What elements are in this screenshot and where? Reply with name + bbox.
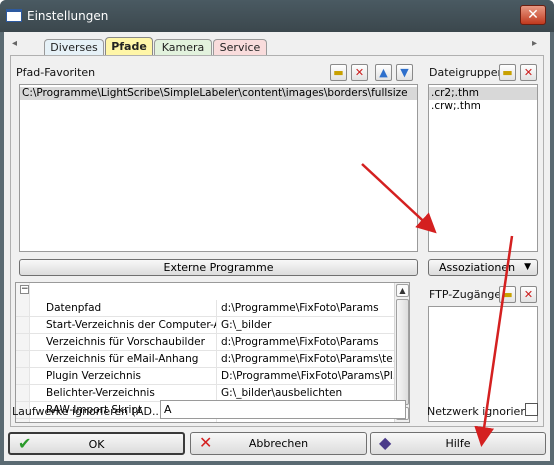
property-name: Datenpfad: [46, 302, 102, 314]
folder-icon[interactable]: ▬: [499, 286, 516, 303]
drives-ignore-label: Laufwerke ignorieren (AD...): [12, 405, 167, 418]
cancel-label: Abbrechen: [248, 437, 309, 450]
file-groups-label: Dateigruppen: [429, 66, 501, 79]
ok-button[interactable]: ✔ OK: [8, 432, 185, 455]
favorites-item[interactable]: C:\Programme\LightScribe\SimpleLabeler\c…: [20, 87, 417, 100]
file-group-item[interactable]: .crw;.thm: [429, 100, 537, 113]
close-button[interactable]: ✕: [520, 5, 546, 25]
network-ignore-checkbox[interactable]: [525, 403, 538, 416]
associations-dropdown[interactable]: Assoziationen ▼: [428, 259, 538, 276]
scroll-up-icon[interactable]: ▲: [396, 284, 409, 297]
scroll-thumb[interactable]: [396, 299, 409, 405]
window-icon: [6, 9, 22, 22]
ok-label: OK: [88, 438, 105, 451]
property-row[interactable]: Plugin Verzeichnis D:\Programme\FixFoto\…: [16, 368, 396, 385]
property-name: Verzeichnis für eMail-Anhang: [46, 353, 199, 365]
drives-ignore-input[interactable]: A: [160, 400, 406, 419]
dialog-window: Einstellungen ✕ ◂ Diverses Pfade Kamera …: [0, 0, 554, 465]
property-value[interactable]: G:\_bilder\ausbelichten: [221, 387, 396, 399]
folder-icon[interactable]: ▬: [499, 64, 516, 81]
delete-icon[interactable]: ✕: [520, 64, 537, 81]
property-value[interactable]: G:\_bilder: [221, 319, 396, 331]
property-name: Start-Verzeichnis der Computer-An...: [46, 319, 216, 331]
property-value[interactable]: d:\Programme\FixFoto\Params: [221, 336, 396, 348]
tab-service[interactable]: Service: [213, 39, 267, 55]
collapse-icon[interactable]: −: [20, 285, 29, 294]
file-groups-list[interactable]: .cr2;.thm .crw;.thm: [428, 84, 538, 252]
favorites-list[interactable]: C:\Programme\LightScribe\SimpleLabeler\c…: [19, 84, 418, 252]
tab-diverses[interactable]: Diverses: [44, 39, 104, 55]
property-value[interactable]: d:\Programme\FixFoto\Params: [221, 302, 396, 314]
tab-strip: ◂ Diverses Pfade Kamera Service ▸: [10, 37, 544, 56]
chevron-down-icon: ▼: [524, 262, 531, 272]
delete-icon[interactable]: ✕: [351, 64, 368, 81]
help-label: Hilfe: [445, 437, 471, 450]
tab-scroll-left-icon[interactable]: ◂: [12, 38, 17, 49]
associations-label: Assoziationen: [439, 261, 516, 274]
cancel-button[interactable]: ✕ Abbrechen: [190, 432, 367, 455]
help-button[interactable]: ◆ Hilfe: [370, 432, 546, 455]
property-name: Verzeichnis für Vorschaubilder: [46, 336, 205, 348]
folder-icon[interactable]: ▬: [330, 64, 347, 81]
file-group-item[interactable]: .cr2;.thm: [429, 87, 537, 100]
tab-pfade[interactable]: Pfade: [105, 37, 153, 56]
move-down-icon[interactable]: ▼: [396, 64, 413, 81]
tab-scroll-right-icon[interactable]: ▸: [532, 38, 537, 49]
external-programs-button[interactable]: Externe Programme: [19, 259, 418, 276]
tab-kamera[interactable]: Kamera: [154, 39, 212, 55]
ftp-label: FTP-Zugänge: [429, 288, 501, 301]
property-row[interactable]: Verzeichnis für Vorschaubilder d:\Progra…: [16, 334, 396, 351]
favorites-label: Pfad-Favoriten: [16, 66, 96, 79]
property-row[interactable]: Verzeichnis für eMail-Anhang d:\Programm…: [16, 351, 396, 368]
property-value[interactable]: d:\Programme\FixFoto\Params\te...: [221, 353, 396, 365]
property-row[interactable]: Datenpfad d:\Programme\FixFoto\Params: [16, 300, 396, 317]
tab-panel-pfade: Pfad-Favoriten ▬ ✕ ▲ ▼ C:\Programme\Ligh…: [10, 55, 544, 427]
property-value[interactable]: D:\Programme\FixFoto\Params\Pl...: [221, 370, 396, 382]
dialog-client: ◂ Diverses Pfade Kamera Service ▸ Pfad-F…: [4, 32, 550, 461]
window-title: Einstellungen: [27, 9, 109, 23]
delete-icon[interactable]: ✕: [520, 286, 537, 303]
property-name: Belichter-Verzeichnis: [46, 387, 155, 399]
title-bar[interactable]: Einstellungen ✕: [0, 0, 554, 32]
network-ignore-label: Netzwerk ignorieren: [427, 405, 539, 418]
property-row[interactable]: Start-Verzeichnis der Computer-An... G:\…: [16, 317, 396, 334]
property-name: Plugin Verzeichnis: [46, 370, 141, 382]
move-up-icon[interactable]: ▲: [375, 64, 392, 81]
